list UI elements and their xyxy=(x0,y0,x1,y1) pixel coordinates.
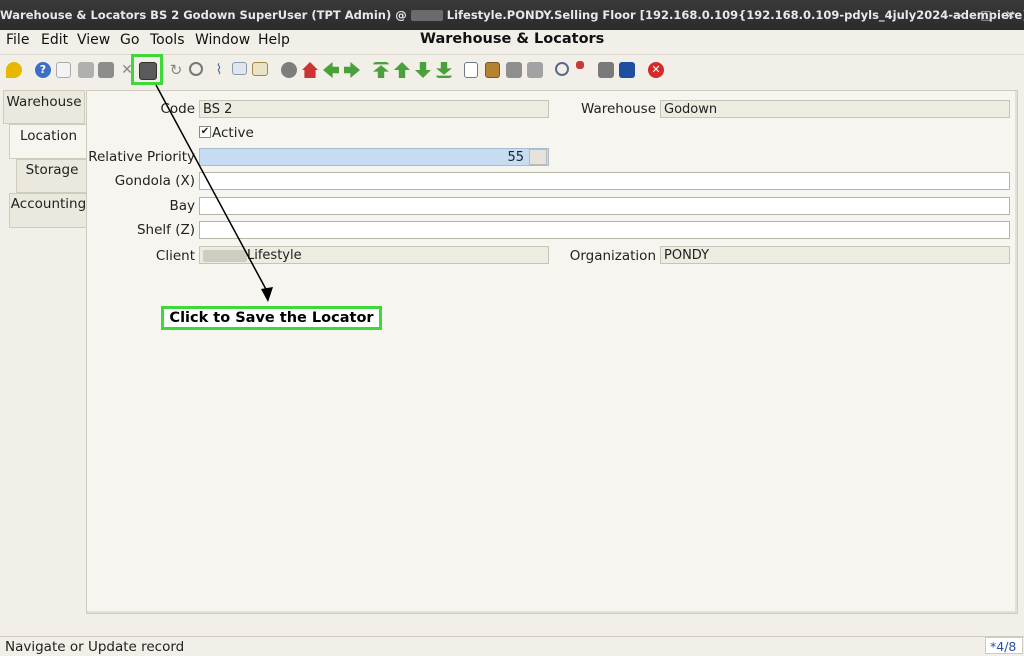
annotation-arrow xyxy=(155,84,273,302)
annotation-callout: Click to Save the Locator xyxy=(161,306,382,330)
status-message: Navigate or Update record xyxy=(5,639,185,655)
status-bar: Navigate or Update record *4/8 xyxy=(0,636,1024,656)
record-count[interactable]: *4/8 xyxy=(990,639,1016,654)
